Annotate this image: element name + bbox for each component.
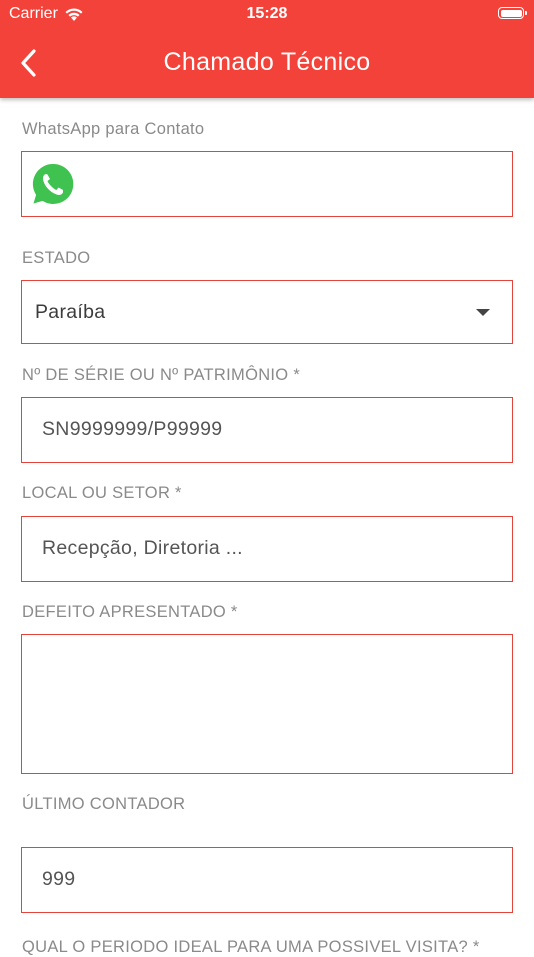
local-label: LOCAL OU SETOR *: [22, 484, 182, 502]
defeito-textarea[interactable]: [21, 634, 513, 774]
battery-icon: [498, 7, 527, 19]
serie-field[interactable]: [21, 397, 513, 463]
estado-select[interactable]: Paraíba: [21, 280, 513, 344]
page-title: Chamado Técnico: [163, 48, 371, 76]
local-field[interactable]: [21, 516, 513, 582]
app-header: Carrier 15:28 Chamado Técnico: [0, 0, 534, 98]
clock: 15:28: [246, 5, 288, 22]
serie-label: Nº DE SÉRIE OU Nº PATRIMÔNIO *: [22, 366, 301, 384]
serie-input[interactable]: [42, 418, 492, 441]
whatsapp-icon: [30, 161, 76, 207]
contador-label: ÚLTIMO CONTADOR: [22, 795, 186, 813]
status-bar: Carrier 15:28: [0, 0, 534, 30]
local-input[interactable]: [42, 537, 492, 560]
whatsapp-field[interactable]: [21, 151, 513, 217]
whatsapp-label: WhatsApp para Contato: [22, 120, 205, 138]
contador-input[interactable]: [42, 868, 492, 891]
periodo-label: QUAL O PERIODO IDEAL PARA UMA POSSIVEL V…: [22, 938, 480, 956]
estado-value: Paraíba: [35, 301, 106, 323]
estado-label: ESTADO: [22, 249, 91, 267]
contador-field[interactable]: [21, 847, 513, 913]
dropdown-caret-icon: [476, 309, 490, 316]
nav-bar: Chamado Técnico: [0, 30, 534, 98]
defeito-label: DEFEITO APRESENTADO *: [22, 603, 238, 621]
